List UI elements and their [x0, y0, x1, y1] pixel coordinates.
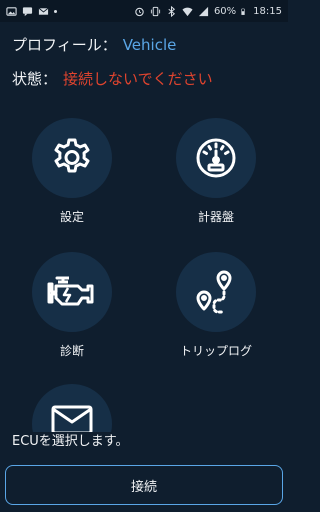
tile-diagnostics[interactable]: 診断	[17, 252, 127, 359]
profile-label: プロフィール：	[12, 36, 117, 54]
state-label: 状態：	[12, 70, 58, 88]
profile-row: プロフィール： Vehicle	[12, 34, 176, 55]
route-icon	[196, 270, 232, 314]
state-value: 接続しないでください	[63, 70, 213, 88]
image-icon	[6, 6, 17, 16]
wifi-icon	[182, 7, 193, 16]
battery-icon	[241, 8, 245, 15]
tile-trip-log-label: トリップログ	[179, 344, 252, 358]
dot-icon	[54, 9, 57, 13]
clock: 18:15	[253, 5, 282, 17]
signal-icon	[198, 6, 209, 16]
speedometer-icon	[196, 138, 236, 178]
status-bar-left	[6, 6, 57, 17]
message-icon	[22, 6, 33, 16]
mail-icon	[38, 7, 49, 15]
engine-icon	[47, 276, 94, 306]
battery-percent: 60%	[213, 5, 237, 17]
envelope-icon	[51, 405, 93, 432]
state-row: 状態： 接続しないでください	[12, 68, 213, 89]
ecu-select-message: ECUを選択します。	[12, 434, 129, 449]
tile-circle	[32, 384, 112, 432]
bluetooth-icon	[168, 5, 175, 17]
status-bar-right: 60% 18:15	[134, 5, 282, 17]
connect-button[interactable]: 接続	[5, 465, 283, 505]
tile-dashboard-label: 計器盤	[197, 210, 234, 224]
tile-circle	[176, 118, 256, 198]
profile-value[interactable]: Vehicle	[123, 36, 177, 54]
tile-messages[interactable]	[17, 384, 127, 432]
tile-trip-log[interactable]: トリップログ	[161, 252, 271, 359]
tile-settings-label: 設定	[59, 210, 84, 224]
vibrate-icon	[150, 6, 161, 16]
gear-icon	[54, 138, 90, 173]
alarm-icon	[135, 7, 144, 16]
tile-circle	[32, 252, 112, 332]
tile-settings[interactable]: 設定	[17, 118, 127, 225]
tile-circle	[176, 252, 256, 332]
tile-circle	[32, 118, 112, 198]
tile-dashboard[interactable]: 計器盤	[161, 118, 271, 225]
tile-diagnostics-label: 診断	[59, 344, 84, 358]
status-bar: 60% 18:15	[0, 0, 288, 22]
